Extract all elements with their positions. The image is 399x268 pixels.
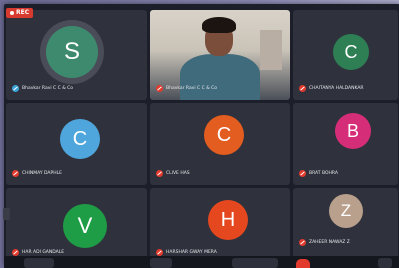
control-button[interactable] xyxy=(378,258,392,268)
recording-label: REC xyxy=(16,9,30,16)
participant-name: BRAT BOHRA xyxy=(309,170,338,176)
participant-name-tag: HAR ADI GANDALE xyxy=(12,248,64,256)
participant-tile[interactable]: S Bhavkar Ravi C C & Co xyxy=(6,10,147,100)
avatar: B xyxy=(335,113,371,149)
participant-body xyxy=(180,54,260,100)
mic-muted-icon xyxy=(299,169,306,177)
avatar: C xyxy=(333,34,369,70)
participant-name-tag: HARSHAR GWAY MERA xyxy=(156,248,217,256)
participant-name: HAR ADI GANDALE xyxy=(22,249,65,255)
participant-tile[interactable]: B BRAT BOHRA xyxy=(293,103,398,185)
participant-video-tile[interactable]: Bhavkar Ravi C C & Co xyxy=(150,10,290,100)
mic-muted-icon xyxy=(12,169,19,177)
control-button[interactable] xyxy=(24,258,54,268)
participant-tile[interactable]: H HARSHAR GWAY MERA xyxy=(150,188,290,258)
participant-name-tag: BRAT BOHRA xyxy=(299,169,338,177)
mic-muted-icon xyxy=(299,84,306,92)
call-controls-bar xyxy=(4,256,399,268)
participant-tile[interactable]: C CLIVE HAS xyxy=(150,103,290,185)
photo-background: S Bhavkar Ravi C C & Co Bhavkar Ravi C C… xyxy=(0,0,399,268)
participant-name: Bhavkar Ravi C C & Co xyxy=(166,85,218,91)
participant-tile[interactable]: C CHAITANYA HALDANKAR xyxy=(293,10,398,100)
participant-name: CHAITANYA HALDANKAR xyxy=(309,85,364,91)
avatar: Z xyxy=(329,194,363,228)
participant-name-tag: Bhavkar Ravi C C & Co xyxy=(12,84,73,92)
participant-hair xyxy=(202,17,236,33)
control-button[interactable] xyxy=(150,258,172,268)
background-shelf xyxy=(260,30,282,70)
participant-name: ZAHEER NAWAZ Z xyxy=(309,239,350,245)
participant-name-tag: CHINMAY DAPHLE xyxy=(12,169,62,177)
avatar: C xyxy=(204,115,244,155)
mic-muted-icon xyxy=(156,84,163,92)
participant-name-tag: ZAHEER NAWAZ Z xyxy=(299,238,350,246)
participant-name: CHINMAY DAPHLE xyxy=(22,170,62,176)
participant-tile[interactable]: V HAR ADI GANDALE xyxy=(6,188,147,258)
avatar: S xyxy=(46,26,98,78)
participant-name-tag: CLIVE HAS xyxy=(156,169,190,177)
avatar: V xyxy=(63,204,107,248)
participant-tile[interactable]: Z ZAHEER NAWAZ Z xyxy=(293,188,398,258)
avatar: H xyxy=(208,200,248,240)
participant-tile[interactable]: C CHINMAY DAPHLE xyxy=(6,103,147,185)
control-button[interactable] xyxy=(232,258,278,268)
participant-name-tag: Bhavkar Ravi C C & Co xyxy=(156,84,217,92)
record-dot-icon xyxy=(10,10,14,15)
mic-muted-icon xyxy=(156,169,163,177)
mic-muted-icon xyxy=(12,248,19,256)
participant-name: CLIVE HAS xyxy=(166,170,190,176)
side-scroll-control[interactable] xyxy=(3,208,10,220)
participant-name: HARSHAR GWAY MERA xyxy=(166,249,217,255)
participant-name: Bhavkar Ravi C C & Co xyxy=(22,85,74,91)
hang-up-button[interactable] xyxy=(296,259,310,268)
recording-badge: REC xyxy=(6,8,34,18)
mic-muted-icon xyxy=(299,238,306,246)
mic-muted-icon xyxy=(156,248,163,256)
participant-name-tag: CHAITANYA HALDANKAR xyxy=(299,84,364,92)
video-call-screen: S Bhavkar Ravi C C & Co Bhavkar Ravi C C… xyxy=(4,4,399,266)
mic-on-icon xyxy=(12,84,19,92)
avatar: C xyxy=(60,119,100,159)
